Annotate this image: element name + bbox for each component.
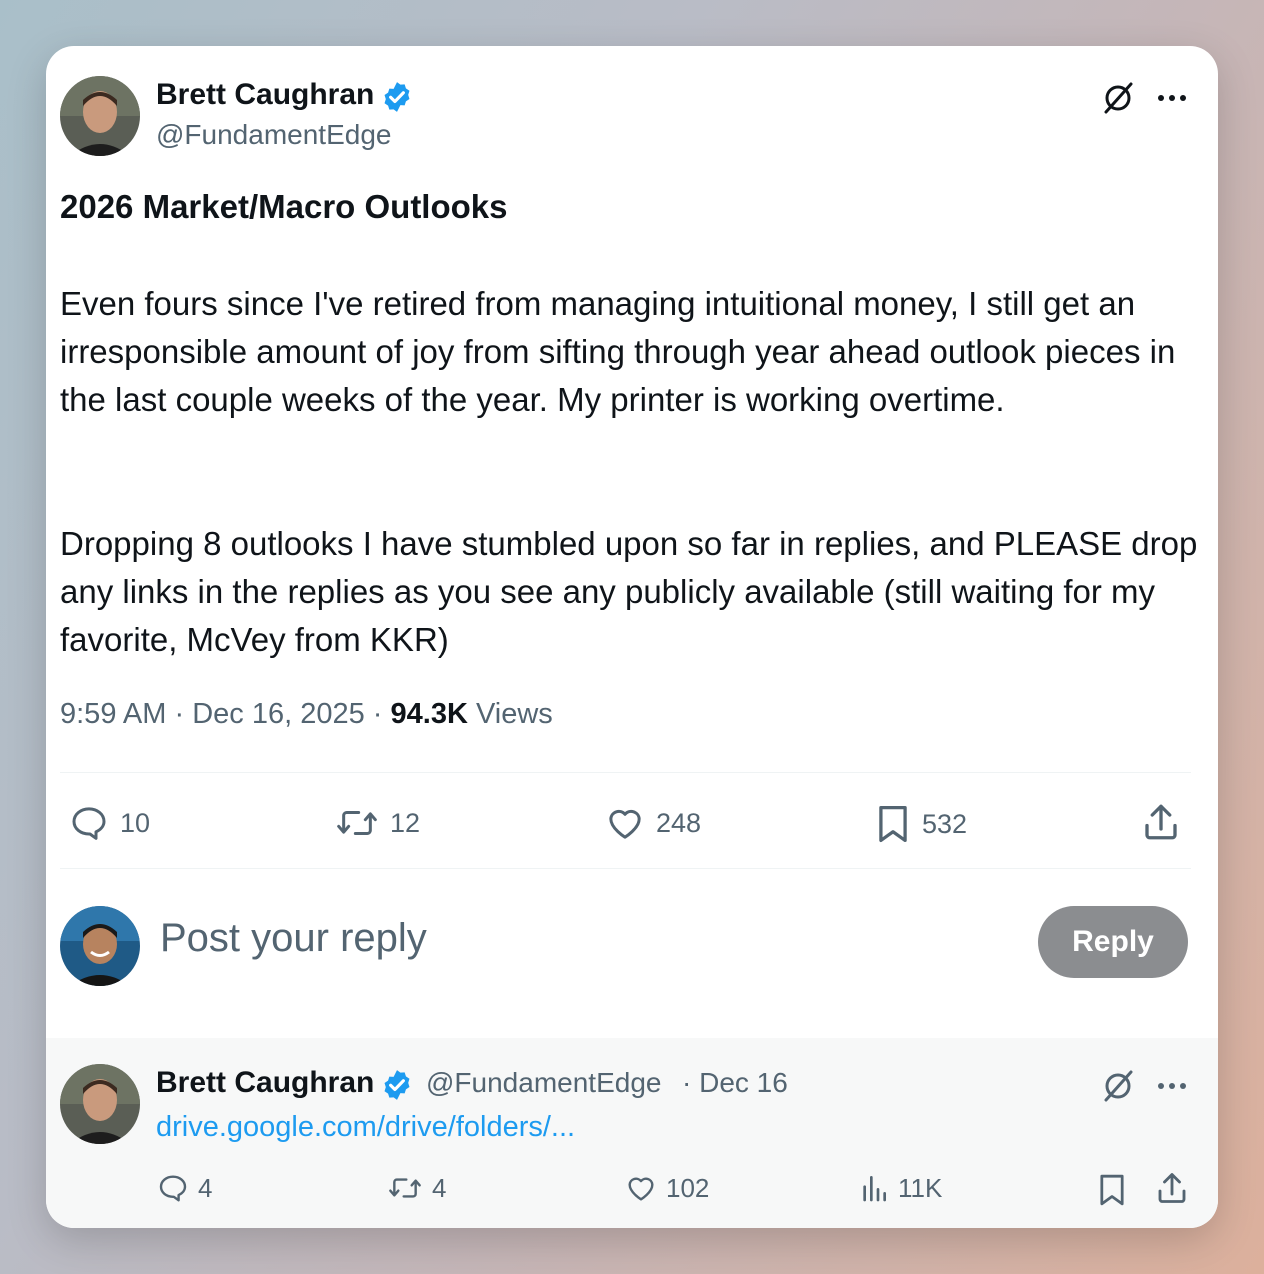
- tweet-title: 2026 Market/Macro Outlooks: [60, 188, 508, 225]
- repost-button[interactable]: 12: [334, 803, 420, 843]
- bookmark-icon[interactable]: [1096, 1172, 1128, 1208]
- tweet-paragraph-1: Even fours since I've retired from manag…: [60, 285, 1176, 418]
- reply-author-avatar[interactable]: [60, 1064, 140, 1144]
- author-handle[interactable]: @FundamentEdge: [156, 119, 391, 151]
- views-label: Views: [475, 698, 553, 730]
- views-count: 94.3K: [390, 698, 468, 730]
- tweet-card: Brett Caughran @FundamentEdge 2026 Marke…: [46, 46, 1218, 1228]
- reply-button[interactable]: 10: [68, 803, 150, 843]
- reply-views-button[interactable]: 11K: [858, 1172, 942, 1204]
- repost-icon: [337, 811, 377, 835]
- grok-slash-circle-icon[interactable]: [1100, 80, 1136, 116]
- share-upload-icon: [1145, 804, 1177, 840]
- reply-bubble-icon: [159, 1175, 187, 1202]
- repost-icon: [389, 1178, 421, 1198]
- reply-author-name[interactable]: Brett Caughran: [156, 1066, 374, 1100]
- author-name[interactable]: Brett Caughran: [156, 78, 374, 112]
- divider: [60, 868, 1191, 869]
- bookmark-icon: [879, 805, 907, 843]
- meta-separator: ·: [174, 698, 185, 730]
- tweet-meta: 9:59 AM · Dec 16, 2025 · 94.3K Views: [60, 698, 553, 731]
- verified-badge-icon: [384, 82, 410, 112]
- reply-input[interactable]: Post your reply: [160, 916, 427, 961]
- bookmark-button[interactable]: 532: [874, 803, 967, 845]
- share-upload-icon[interactable]: [1154, 1170, 1190, 1206]
- heart-icon: [628, 1177, 654, 1201]
- reply-reply-button[interactable]: 4: [156, 1172, 212, 1204]
- tweet-paragraph-2: Dropping 8 outlooks I have stumbled upon…: [60, 525, 1198, 658]
- current-user-avatar[interactable]: [60, 906, 140, 986]
- reply-submit-button[interactable]: Reply: [1038, 906, 1188, 978]
- reply-link[interactable]: drive.google.com/drive/folders/...: [156, 1111, 575, 1144]
- analytics-bars-icon: [863, 1176, 886, 1202]
- repost-count: 12: [390, 807, 421, 838]
- verified-badge-icon: [384, 1070, 410, 1100]
- meta-separator: ·: [372, 698, 383, 730]
- reply-tweet[interactable]: Brett Caughran @FundamentEdge · Dec 16 d…: [46, 1038, 1218, 1228]
- reply-bubble-icon: [72, 807, 106, 840]
- tweet-date[interactable]: Dec 16, 2025: [192, 698, 365, 730]
- share-button[interactable]: [1140, 801, 1182, 843]
- reply-repost-count: 4: [432, 1172, 447, 1203]
- reply-date[interactable]: · Dec 16: [682, 1067, 788, 1099]
- bookmark-count: 532: [922, 808, 968, 839]
- heart-icon: [609, 809, 641, 839]
- reply-repost-button[interactable]: 4: [386, 1172, 446, 1204]
- more-horizontal-icon[interactable]: [1154, 1076, 1190, 1096]
- reply-count: 10: [120, 807, 151, 838]
- grok-slash-circle-icon[interactable]: [1100, 1068, 1136, 1104]
- like-button[interactable]: 248: [604, 803, 701, 843]
- more-horizontal-icon[interactable]: [1154, 88, 1190, 108]
- reply-views-count: 11K: [898, 1172, 943, 1203]
- divider: [60, 772, 1191, 773]
- reply-like-button[interactable]: 102: [624, 1172, 709, 1204]
- reply-like-count: 102: [666, 1172, 710, 1203]
- reply-reply-count: 4: [198, 1172, 213, 1203]
- reply-author-handle[interactable]: @FundamentEdge: [426, 1067, 661, 1099]
- tweet-time[interactable]: 9:59 AM: [60, 698, 166, 730]
- author-avatar[interactable]: [60, 76, 140, 156]
- like-count: 248: [656, 807, 702, 838]
